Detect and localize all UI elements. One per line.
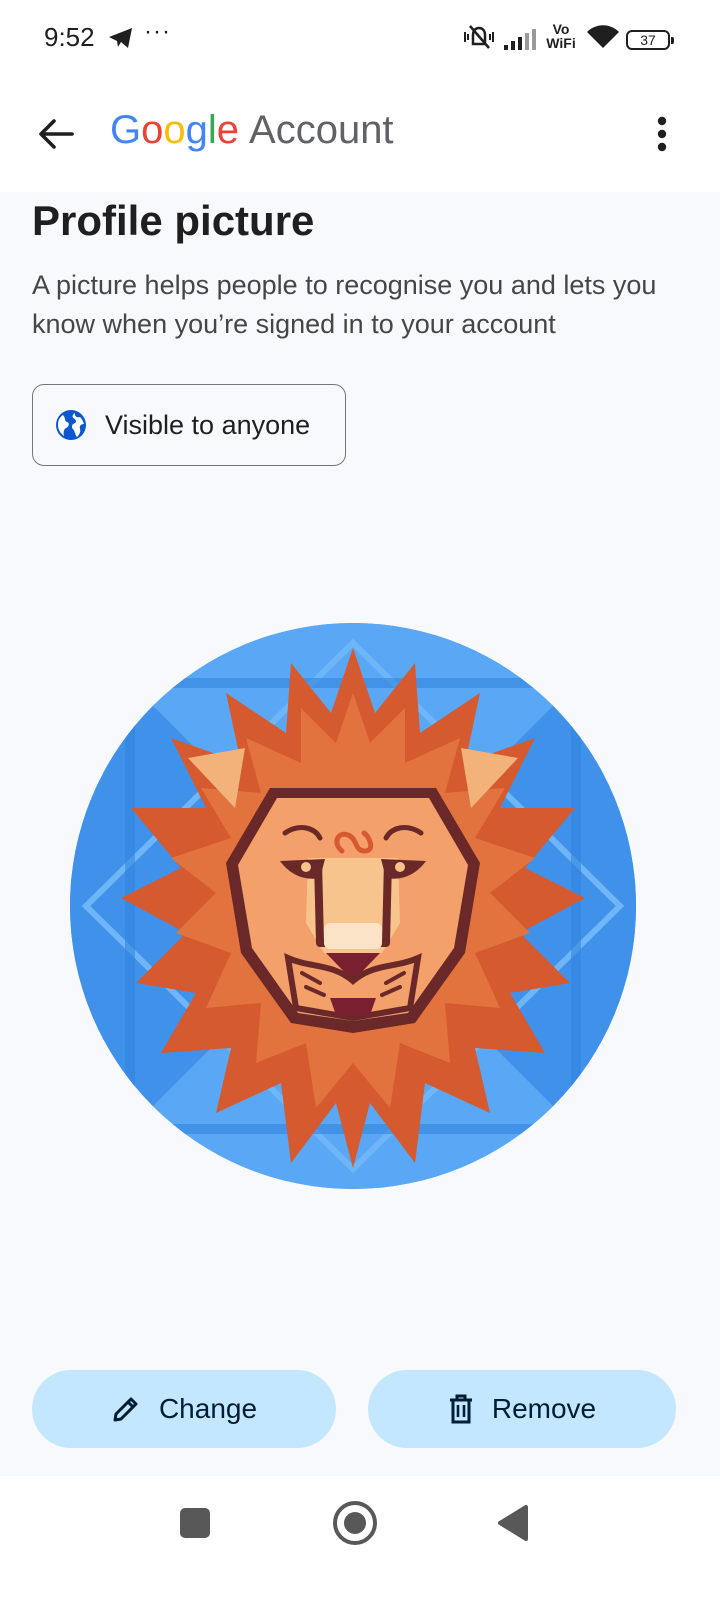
- change-button[interactable]: Change: [32, 1370, 336, 1448]
- back-button[interactable]: [26, 104, 86, 164]
- signal-icon: [504, 29, 536, 50]
- change-label: Change: [158, 1393, 258, 1424]
- system-nav-bar: [0, 1476, 720, 1600]
- status-bar: 9:52 ··· Vo WiFi 37: [0, 0, 720, 78]
- app-bar: Google Account: [0, 78, 720, 192]
- profile-picture-lion[interactable]: [70, 623, 636, 1189]
- nav-back-button[interactable]: [496, 1504, 530, 1542]
- remove-button[interactable]: Remove: [368, 1370, 676, 1448]
- wifi-icon: [587, 25, 619, 48]
- mute-vibrate-icon: [464, 25, 494, 49]
- remove-label: Remove: [491, 1393, 597, 1424]
- more-vert-icon: [657, 116, 667, 152]
- trash-icon: [449, 1394, 472, 1424]
- visibility-chip[interactable]: Visible to anyone: [32, 384, 346, 466]
- page-description: A picture helps people to recognise you …: [32, 270, 657, 339]
- pencil-icon: [113, 1397, 138, 1422]
- telegram-icon: [109, 28, 132, 48]
- visibility-label: Visible to anyone: [105, 410, 311, 440]
- home-button[interactable]: [333, 1501, 377, 1545]
- battery-indicator: 37: [626, 30, 674, 50]
- notification-more-icon: ···: [144, 18, 171, 45]
- status-time: 9:52: [44, 22, 95, 52]
- page-title: Profile picture: [32, 197, 315, 244]
- arrow-back-icon: [39, 119, 74, 149]
- globe-icon: [56, 410, 86, 440]
- recents-button[interactable]: [180, 1508, 210, 1538]
- more-options-button[interactable]: [634, 106, 690, 162]
- google-account-logo: Google Account: [110, 108, 394, 152]
- vowifi-indicator: Vo WiFi: [546, 21, 576, 51]
